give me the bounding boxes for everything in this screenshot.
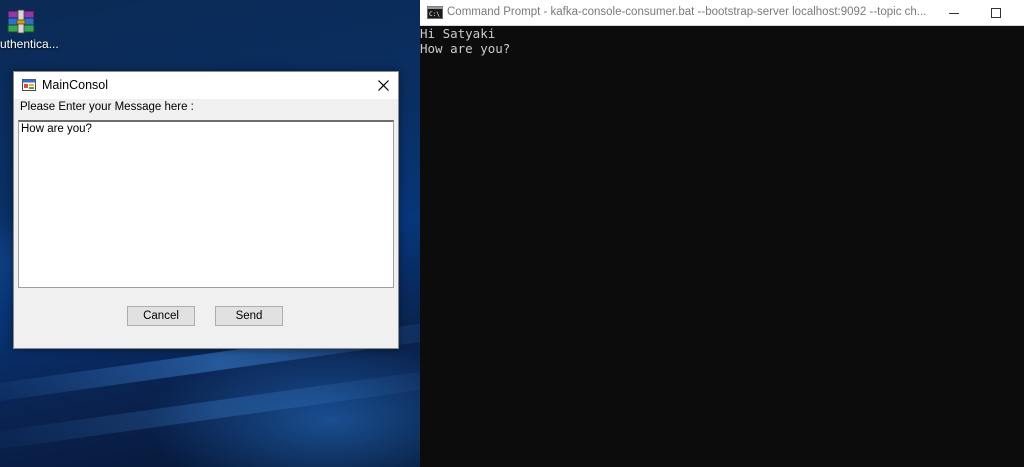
app-form-icon — [22, 79, 36, 91]
console-minimize-button[interactable] — [940, 0, 968, 25]
cmd-icon: C:\ — [427, 6, 443, 19]
console-maximize-button[interactable] — [982, 0, 1010, 25]
svg-text:C:\: C:\ — [429, 11, 440, 18]
desktop-background: uthentica... MainConsol Please Enter you… — [0, 0, 479, 467]
message-prompt-label: Please Enter your Message here : — [20, 101, 194, 113]
dialog-titlebar[interactable]: MainConsol — [14, 72, 398, 99]
console-line: How are you? — [420, 40, 511, 56]
winrar-archive-icon — [7, 9, 35, 34]
command-prompt-window: C:\ Command Prompt - kafka-console-consu… — [420, 0, 1024, 467]
console-output[interactable]: Hi Satyaki How are you? — [420, 26, 1024, 467]
console-title: Command Prompt - kafka-console-consumer.… — [447, 6, 927, 18]
mainconsol-dialog: MainConsol Please Enter your Message her… — [13, 71, 399, 349]
desktop-shortcut-label: uthentica... — [0, 37, 59, 51]
close-icon — [377, 80, 389, 91]
console-line: Hi Satyaki — [420, 26, 496, 41]
maximize-icon — [991, 7, 1001, 18]
message-textarea[interactable] — [18, 120, 394, 288]
minimize-icon — [949, 12, 959, 14]
console-titlebar[interactable]: C:\ Command Prompt - kafka-console-consu… — [420, 0, 1024, 26]
dialog-close-button[interactable] — [368, 72, 398, 99]
send-button[interactable]: Send — [215, 306, 283, 326]
cancel-button[interactable]: Cancel — [127, 306, 195, 326]
desktop-shortcut[interactable]: uthentica... — [0, 6, 60, 54]
dialog-title: MainConsol — [42, 78, 109, 92]
